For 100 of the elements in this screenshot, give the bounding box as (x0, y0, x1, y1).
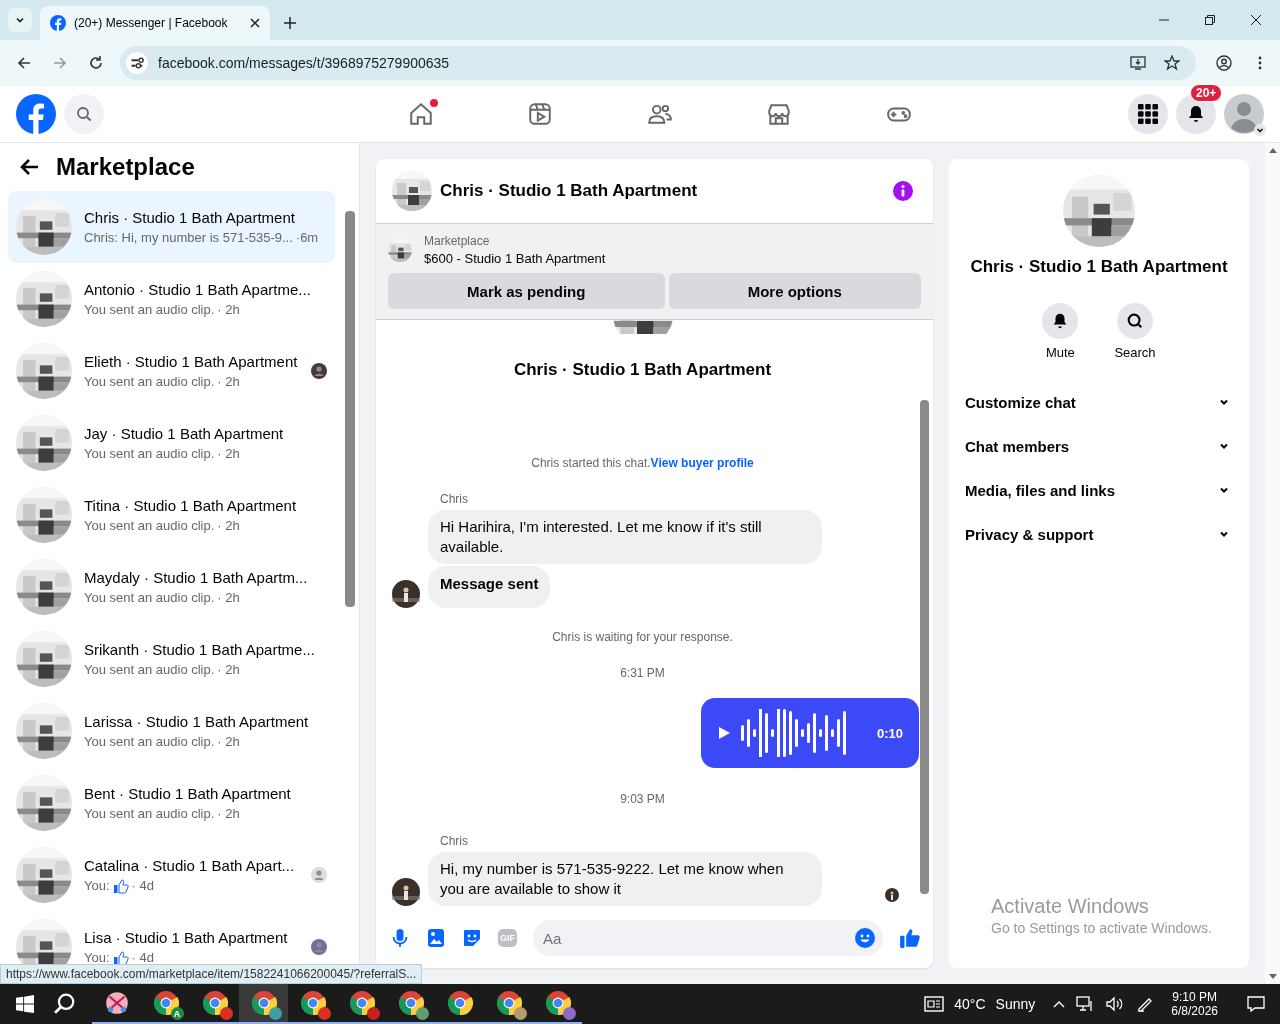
message-time: · 4d (131, 878, 154, 893)
browser-icon (152, 990, 179, 1016)
system-message: Chris is waiting for your response. (552, 630, 733, 644)
contact-name: Chris · Studio 1 Bath Apartment (513, 360, 772, 380)
browser-icon (544, 990, 571, 1016)
browser-icon (348, 990, 375, 1016)
listing-action-button[interactable]: More options (668, 273, 921, 309)
message-time: · 2h (217, 446, 240, 461)
tab-list-button[interactable] (8, 8, 32, 32)
browser-icon (446, 990, 473, 1016)
emoji-icon[interactable] (855, 928, 875, 948)
news-icon[interactable] (924, 996, 945, 1012)
restore-icon[interactable] (1204, 14, 1216, 26)
conversation-item[interactable]: Antonio · Studio 1 Bath Apartme... You sent an audio clip. · 2h (8, 263, 335, 335)
microphone-icon[interactable] (390, 928, 410, 948)
message-time: · 2h (217, 518, 240, 533)
scroll-down-icon[interactable] (1268, 974, 1277, 980)
forward-icon[interactable] (52, 55, 68, 71)
conversation-item[interactable]: Chris · Studio 1 Bath Apartment Chris: Hi, my number is 571-535-9... ·6m (8, 191, 335, 263)
message-preview: You sent an audio clip. (84, 302, 215, 317)
browser-icon (201, 990, 228, 1016)
play-icon[interactable] (717, 726, 731, 740)
conversation-title: Lisa · Studio 1 Bath Apartment (84, 928, 289, 946)
profile-icon[interactable] (1216, 55, 1232, 71)
conversation-title: Elieth · Studio 1 Bath Apartment (84, 353, 299, 370)
sender-name: Chris (440, 834, 469, 848)
thumbs-up-icon[interactable] (899, 927, 921, 949)
browser-icon (299, 990, 326, 1016)
menu-button[interactable] (1128, 94, 1168, 134)
conversation-item[interactable]: Larissa · Studio 1 Bath Apartment You sent an audio clip. · 2h (8, 695, 335, 767)
caret-icon[interactable] (1254, 124, 1266, 136)
scroll-up-icon[interactable] (1268, 147, 1277, 153)
browser-tab[interactable]: (20+) Messenger | Facebook (40, 6, 270, 40)
chevron-icon[interactable] (1219, 397, 1229, 407)
new-tab-icon[interactable] (284, 17, 296, 29)
listing-action-button[interactable]: Mark as pending (388, 273, 665, 309)
scrollbar-thumb[interactable] (345, 211, 355, 607)
buyer-profile-link[interactable]: View buyer profile (650, 456, 754, 470)
bookmark-star-icon[interactable] (1164, 55, 1180, 71)
site-settings-icon[interactable] (126, 52, 148, 74)
conversation-item[interactable]: Bent · Studio 1 Bath Apartment You sent an audio clip. · 2h (8, 767, 335, 839)
chevron-icon[interactable] (1219, 485, 1229, 495)
link-preview-tooltip: https://www.facebook.com/marketplace/item/1582241066200045/?referralS... (0, 964, 423, 984)
conversation-item[interactable]: Srikanth · Studio 1 Bath Apartme... You sent an audio clip. · 2h (8, 623, 335, 695)
start-icon[interactable] (16, 995, 34, 1013)
back-icon[interactable] (20, 157, 40, 177)
conversation-title: Titina · Studio 1 Bath Apartment (84, 497, 298, 514)
message-time: · 2h (217, 590, 240, 605)
video-icon (527, 101, 554, 127)
conversation-item[interactable]: Catalina · Studio 1 Bath Apart... You: · 4d (8, 839, 335, 911)
close-icon[interactable] (1250, 14, 1262, 26)
activation-notice-title: Activate Windows (991, 895, 1150, 918)
sticker-icon[interactable] (462, 928, 482, 948)
audio-message[interactable]: 0:10 (701, 698, 919, 768)
reload-icon[interactable] (88, 55, 104, 71)
chevron-icon[interactable] (1219, 441, 1229, 451)
conversation-title: Srikanth · Studio 1 Bath Apartme... (84, 641, 316, 658)
scissors-icon (103, 990, 130, 1016)
message-preview: You sent an audio clip. (84, 734, 215, 749)
image-icon[interactable] (426, 928, 446, 948)
browser-window-button[interactable]: A (141, 984, 190, 1024)
message-preview: Chris: Hi, my number is 571-535-9... (84, 230, 293, 245)
conversation-title: Jay · Studio 1 Bath Apartment (84, 425, 285, 442)
conversation-item[interactable]: Maydaly · Studio 1 Bath Apartm... You sent an audio clip. · 2h (8, 551, 335, 623)
timestamp: 9:03 PM (620, 792, 665, 806)
section-header[interactable]: Privacy & support (949, 512, 1249, 556)
message-time: · 2h (217, 302, 240, 317)
chevron-icon[interactable] (1053, 1000, 1066, 1008)
mute-button[interactable] (1042, 303, 1079, 339)
close-icon[interactable] (250, 18, 260, 28)
conversation-title: Maydaly · Studio 1 Bath Apartm... (84, 569, 309, 586)
install-icon[interactable] (1130, 55, 1146, 71)
conversation-item[interactable]: Jay · Studio 1 Bath Apartment You sent an audio clip. · 2h (8, 407, 335, 479)
message-time: · 4d (131, 950, 154, 965)
info-icon[interactable] (893, 181, 913, 201)
page-title: Marketplace (56, 153, 195, 181)
message-preview: You: (84, 878, 110, 893)
search-icon[interactable] (54, 993, 76, 1015)
message-field[interactable]: Aa (533, 920, 883, 956)
conversation-item[interactable]: Elieth · Studio 1 Bath Apartment You sent an audio clip. · 2h (8, 335, 335, 407)
temperature: 40°C (954, 996, 986, 1012)
scrollbar-thumb[interactable] (920, 400, 929, 894)
section-header[interactable]: Chat members (949, 424, 1249, 468)
notification-count: 20+ (1190, 84, 1223, 102)
conversation-item[interactable]: Titina · Studio 1 Bath Apartment You sent an audio clip. · 2h (8, 479, 335, 551)
section-header[interactable]: Customize chat (949, 380, 1249, 424)
message-bubble: Hi, my number is 571-535-9222. Let me know when you are available to show it (428, 852, 822, 906)
facebook-logo-icon[interactable] (16, 94, 56, 134)
back-icon[interactable] (16, 55, 32, 71)
thumbs-up-icon (112, 877, 129, 894)
search-button[interactable] (1117, 303, 1153, 339)
chevron-icon[interactable] (1219, 529, 1229, 539)
address-bar[interactable]: facebook.com/messages/t/3968975279900635 (120, 46, 1196, 80)
notifications-icon[interactable] (1246, 996, 1266, 1012)
browser-window-button[interactable] (239, 984, 288, 1024)
home-icon (407, 101, 434, 127)
caret-icon (15, 15, 25, 25)
section-header[interactable]: Media, files and links (949, 468, 1249, 512)
activation-notice-text: Go to Settings to activate Windows. (991, 920, 1212, 936)
bell-icon (1186, 104, 1206, 124)
